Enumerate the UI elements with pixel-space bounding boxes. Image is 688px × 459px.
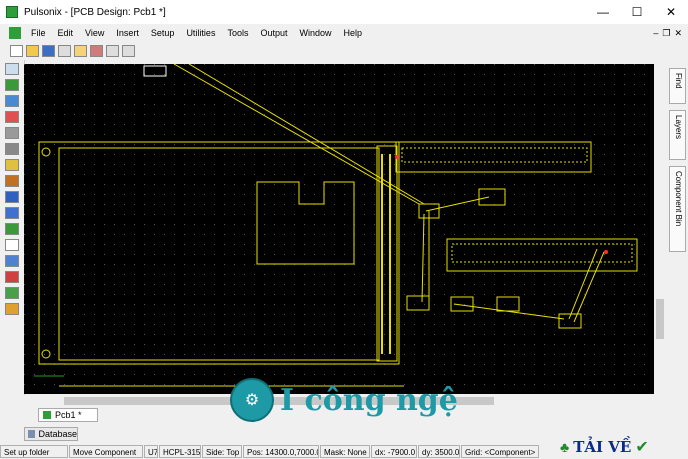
side-panel: Find Layers Component Bin	[667, 60, 688, 406]
area-tool-icon[interactable]	[5, 159, 19, 171]
text-tool-icon[interactable]	[5, 239, 19, 251]
component-tool-icon[interactable]	[5, 79, 19, 91]
open-icon[interactable]	[26, 44, 39, 57]
watermark-download: ♣ TẢI VỀ ✔	[560, 437, 649, 457]
tab-layers[interactable]: Layers	[669, 110, 686, 160]
settings-gear-icon[interactable]	[106, 44, 119, 57]
view-icon[interactable]	[74, 44, 87, 57]
jumper-tool-icon[interactable]	[5, 207, 19, 219]
menu-utilities[interactable]: Utilities	[180, 28, 221, 38]
menu-edit[interactable]: Edit	[52, 28, 80, 38]
menu-bar: File Edit View Insert Setup Utilities To…	[0, 25, 688, 41]
status-component-name: U7	[144, 444, 158, 458]
menu-window[interactable]: Window	[294, 28, 338, 38]
maximize-button[interactable]: ☐	[620, 0, 654, 24]
status-dx: dx: -7900.0	[371, 444, 417, 458]
menu-setup[interactable]: Setup	[145, 28, 181, 38]
new-icon[interactable]	[10, 44, 23, 57]
menu-output[interactable]: Output	[254, 28, 293, 38]
menu-file[interactable]: File	[25, 28, 52, 38]
close-button[interactable]: ✕	[654, 0, 688, 24]
menu-view[interactable]: View	[79, 28, 110, 38]
clover-icon: ♣	[560, 439, 570, 455]
mdi-close-button[interactable]: ✕	[674, 28, 682, 39]
print-icon[interactable]	[58, 44, 71, 57]
menu-insert[interactable]: Insert	[110, 28, 145, 38]
pulsonix-app-icon	[6, 6, 18, 18]
menu-tools[interactable]: Tools	[221, 28, 254, 38]
main-toolbar	[0, 42, 688, 59]
drc-tool-icon[interactable]	[5, 287, 19, 299]
database-icon	[28, 430, 36, 438]
tab-find[interactable]: Find	[669, 68, 686, 104]
watermark-download-text: TẢI VỀ	[573, 438, 632, 456]
watermark: ⚙ I công ngệ	[230, 378, 458, 422]
shape-tool-icon[interactable]	[5, 111, 19, 123]
menu-help[interactable]: Help	[338, 28, 369, 38]
tab-pcb1[interactable]: Pcb1 *	[38, 408, 98, 422]
status-position: Pos: 14300.0,7000.0	[243, 444, 319, 458]
copy-icon[interactable]	[122, 44, 135, 57]
watermark-text: I công ngệ	[280, 382, 458, 418]
status-message: Set up folder	[0, 444, 68, 458]
track-tool-icon[interactable]	[5, 191, 19, 203]
pcb-drawing	[24, 64, 654, 394]
mdi-minimize-button[interactable]: –	[653, 28, 658, 38]
status-mode: Move Component	[69, 444, 143, 458]
status-dy: dy: 3500.0	[418, 444, 460, 458]
vertical-scroll-thumb[interactable]	[656, 299, 664, 339]
library-icon[interactable]	[90, 44, 103, 57]
status-part: HCPL-315J	[159, 444, 201, 458]
dimension-tool-icon[interactable]	[5, 271, 19, 283]
highlight-pin-1	[395, 155, 399, 159]
window-title: Pulsonix - [PCB Design: Pcb1 *]	[24, 6, 166, 18]
vertical-scrollbar[interactable]	[654, 64, 666, 394]
copper-tool-icon[interactable]	[5, 175, 19, 187]
measure-tool-icon[interactable]	[5, 303, 19, 315]
mdi-restore-button[interactable]: ❐	[662, 28, 670, 39]
minimize-button[interactable]: —	[586, 0, 620, 24]
line-tool-icon[interactable]	[5, 255, 19, 267]
status-mask: Mask: None	[320, 444, 370, 458]
gear-logo-icon: ⚙	[230, 378, 274, 422]
pcb-icon	[43, 411, 51, 419]
left-toolbar	[0, 60, 25, 406]
tab-component-bin[interactable]: Component Bin	[669, 166, 686, 252]
status-grid: Grid: <Component> 1000	[461, 444, 539, 458]
pour-tool-icon[interactable]	[5, 223, 19, 235]
pcb-canvas[interactable]	[24, 64, 654, 394]
highlight-pin-2	[604, 250, 608, 254]
tab-database[interactable]: Database	[24, 427, 78, 441]
document-icon[interactable]	[9, 27, 21, 39]
status-side: Side: Top	[202, 444, 242, 458]
title-bar: Pulsonix - [PCB Design: Pcb1 *] — ☐ ✕	[0, 0, 688, 24]
pad-tool-icon[interactable]	[5, 127, 19, 139]
route-tool-icon[interactable]	[5, 95, 19, 107]
checkmark-icon: ✔	[635, 439, 649, 456]
via-tool-icon[interactable]	[5, 143, 19, 155]
select-tool-icon[interactable]	[5, 63, 19, 75]
save-icon[interactable]	[42, 44, 55, 57]
grid-dots	[24, 64, 654, 394]
